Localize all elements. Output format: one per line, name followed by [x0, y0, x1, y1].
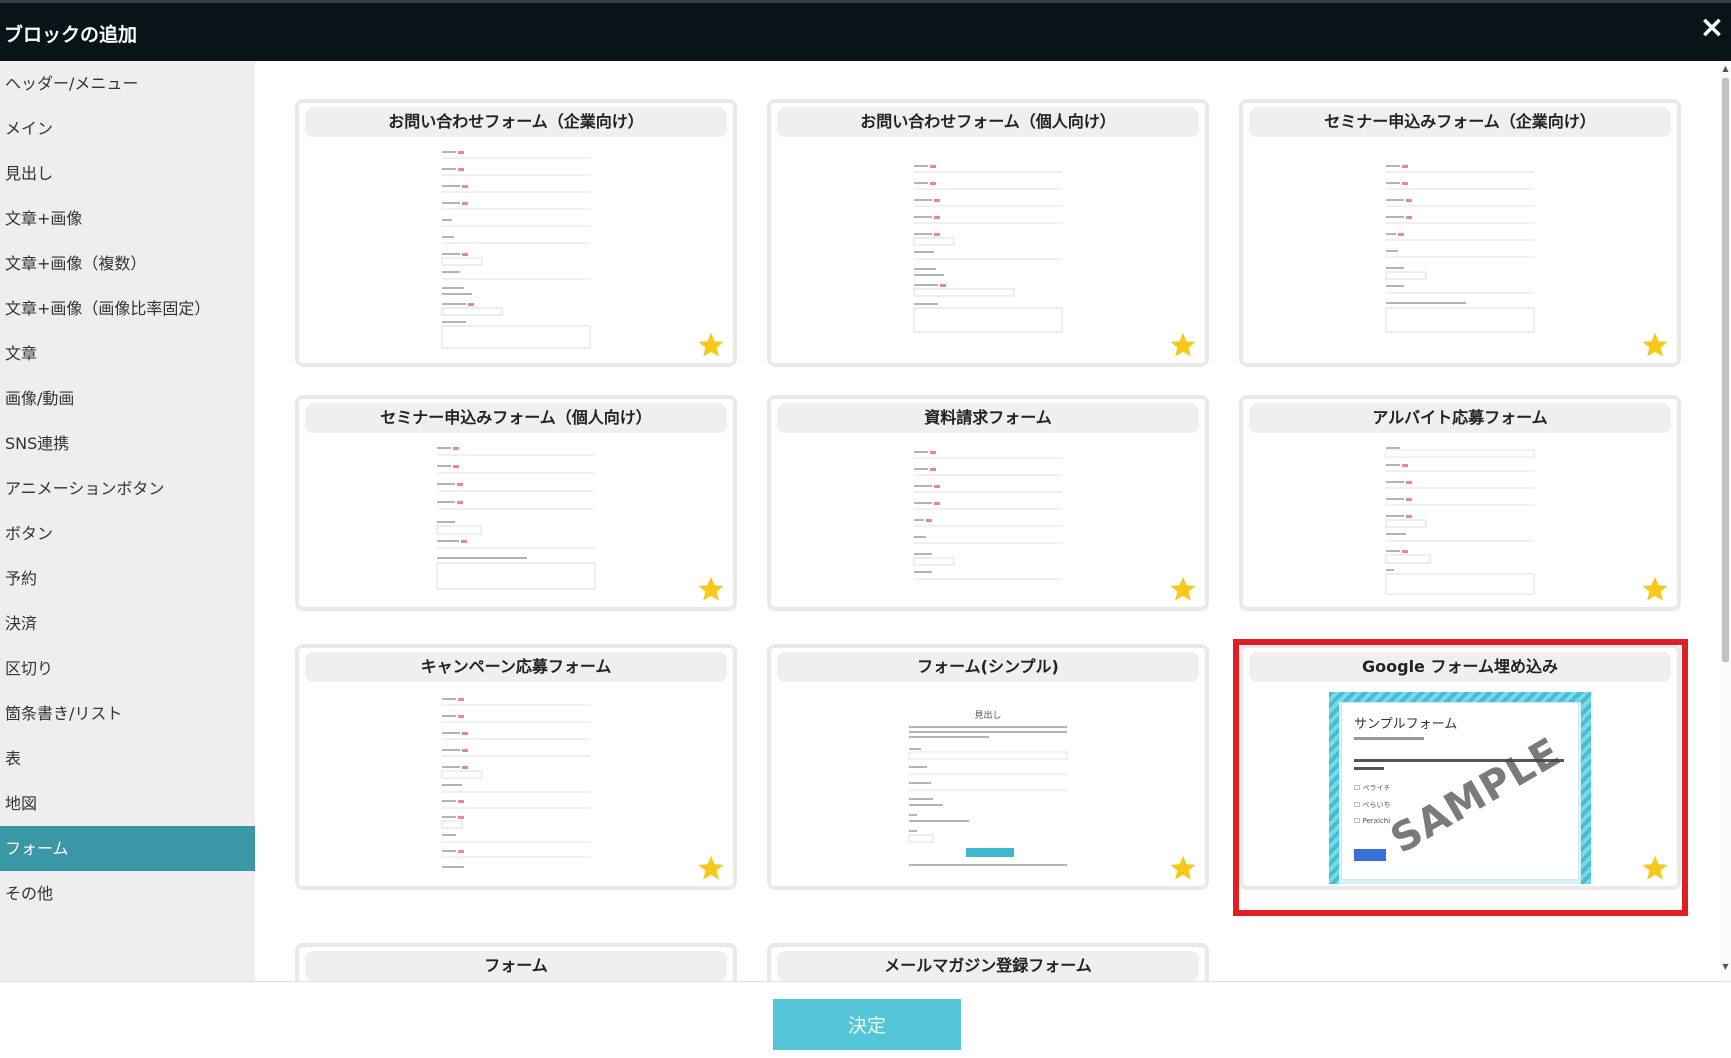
card-title: お問い合わせフォーム（企業向け） [305, 107, 727, 137]
confirm-button[interactable]: 決定 [773, 999, 961, 1050]
card-title: セミナー申込みフォーム（企業向け） [1249, 107, 1671, 137]
sidebar-item-payment[interactable]: 決済 [0, 601, 255, 646]
sidebar-item-reservation[interactable]: 予約 [0, 556, 255, 601]
card-title: アルバイト応募フォーム [1249, 403, 1671, 433]
sidebar-item-table[interactable]: 表 [0, 736, 255, 781]
template-card[interactable]: セミナー申込みフォーム（個人向け） [295, 395, 737, 611]
favorite-star-icon[interactable] [1169, 854, 1197, 882]
sidebar-item-other[interactable]: その他 [0, 871, 255, 916]
template-card[interactable]: セミナー申込みフォーム（企業向け） [1239, 99, 1681, 367]
sidebar-item-header-menu[interactable]: ヘッダー/メニュー [0, 61, 255, 106]
favorite-star-icon[interactable] [1641, 575, 1669, 603]
template-card[interactable]: メールマガジン登録フォーム [767, 943, 1209, 981]
template-card[interactable]: お問い合わせフォーム（個人向け） [767, 99, 1209, 367]
sample-watermark: SAMPLE [1383, 729, 1569, 863]
card-title: フォーム(シンプル) [777, 652, 1199, 682]
sidebar-item-text-image-fixed[interactable]: 文章+画像（画像比率固定） [0, 286, 255, 331]
sidebar-item-text[interactable]: 文章 [0, 331, 255, 376]
sidebar-item-heading[interactable]: 見出し [0, 151, 255, 196]
card-title: Google フォーム埋め込み [1249, 652, 1671, 682]
card-title: 資料請求フォーム [777, 403, 1199, 433]
dialog-header: ブロックの追加 × [0, 3, 1731, 61]
template-card[interactable]: キャンペーン応募フォーム [295, 644, 737, 890]
sidebar-item-button[interactable]: ボタン [0, 511, 255, 556]
template-card[interactable]: フォーム(シンプル) 見出し [767, 644, 1209, 890]
scroll-up-icon[interactable]: ▲ [1721, 64, 1730, 74]
form-preview-thumbnail [908, 726, 1068, 866]
form-preview-thumbnail [1385, 165, 1535, 333]
sample-form-title: サンプルフォーム [1354, 717, 1458, 732]
card-title: フォーム [305, 951, 727, 981]
sidebar-item-text-image[interactable]: 文章+画像 [0, 196, 255, 241]
google-form-thumbnail: サンプルフォーム ☐ ペライチ ☐ ぺらいち ☐ Peraichi SAMPLE [1329, 692, 1591, 884]
form-preview-thumbnail [441, 698, 590, 868]
dialog-footer: 決定 [0, 981, 1731, 1058]
template-card[interactable]: 資料請求フォーム [767, 395, 1209, 611]
favorite-star-icon[interactable] [697, 331, 725, 359]
template-card[interactable]: アルバイト応募フォーム [1239, 395, 1681, 611]
favorite-star-icon[interactable] [1641, 331, 1669, 359]
template-card[interactable]: フォーム [295, 943, 737, 981]
sidebar-item-text-image-multi[interactable]: 文章+画像（複数） [0, 241, 255, 286]
form-preview-thumbnail [913, 451, 1062, 580]
sidebar-item-main[interactable]: メイン [0, 106, 255, 151]
form-preview-thumbnail [436, 447, 596, 590]
favorite-star-icon[interactable] [697, 575, 725, 603]
card-title: メールマガジン登録フォーム [777, 951, 1199, 981]
close-icon[interactable]: × [1699, 13, 1725, 43]
sidebar-item-animation-button[interactable]: アニメーションボタン [0, 466, 255, 511]
scroll-down-icon[interactable]: ▼ [1721, 962, 1730, 972]
template-grid: お問い合わせフォーム（企業向け） お問い合わせフォーム（個人向け） セミナー申込… [255, 61, 1731, 981]
form-preview-thumbnail [441, 151, 591, 349]
card-title: キャンペーン応募フォーム [305, 652, 727, 682]
favorite-star-icon[interactable] [697, 854, 725, 882]
dialog-title: ブロックの追加 [4, 24, 138, 46]
sample-option: ペライチ [1362, 784, 1391, 792]
form-preview-thumbnail [1385, 447, 1535, 595]
template-card[interactable]: お問い合わせフォーム（企業向け） [295, 99, 737, 367]
favorite-star-icon[interactable] [1641, 854, 1669, 882]
sample-option: ぺらいち [1362, 801, 1391, 809]
favorite-star-icon[interactable] [1169, 575, 1197, 603]
template-card-selected[interactable]: Google フォーム埋め込み サンプルフォーム ☐ ペライチ ☐ ぺらいち ☐… [1239, 644, 1681, 890]
card-title: セミナー申込みフォーム（個人向け） [305, 403, 727, 433]
sidebar-item-image-video[interactable]: 画像/動画 [0, 376, 255, 421]
sidebar-item-divider[interactable]: 区切り [0, 646, 255, 691]
simple-form-heading: 見出し [974, 711, 1002, 721]
sidebar-item-map[interactable]: 地図 [0, 781, 255, 826]
card-title: お問い合わせフォーム（個人向け） [777, 107, 1199, 137]
form-preview-thumbnail [913, 165, 1063, 333]
sidebar-item-form[interactable]: フォーム [0, 826, 255, 871]
scrollbar-thumb[interactable] [1722, 78, 1729, 662]
favorite-star-icon[interactable] [1169, 331, 1197, 359]
sidebar-item-sns[interactable]: SNS連携 [0, 421, 255, 466]
sidebar-item-list[interactable]: 箇条書き/リスト [0, 691, 255, 736]
category-sidebar: ヘッダー/メニュー メイン 見出し 文章+画像 文章+画像（複数） 文章+画像（… [0, 61, 255, 981]
